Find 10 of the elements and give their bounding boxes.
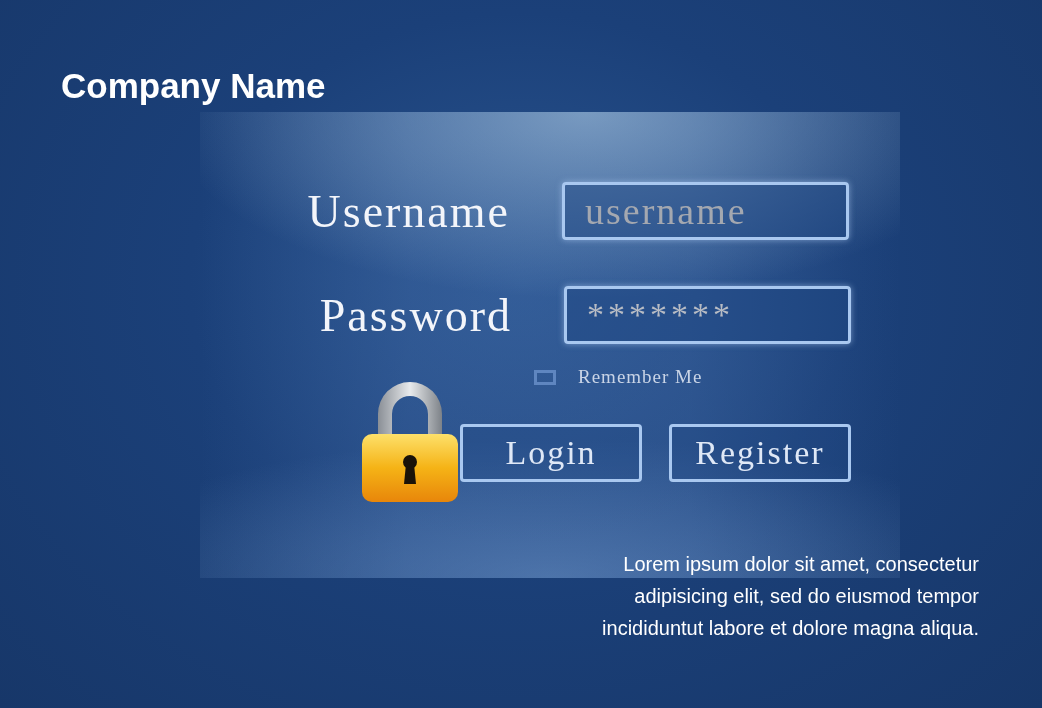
username-field[interactable]: username: [562, 182, 849, 240]
password-label: Password: [318, 288, 512, 342]
username-label: Username: [306, 184, 510, 238]
remember-checkbox[interactable]: [534, 369, 556, 385]
footer-paragraph: Lorem ipsum dolor sit amet, consectetur adipisicing elit, sed do eiusmod tempor incididuntut labore et dolore magna aliqua.: [601, 552, 979, 641]
register-button[interactable]: Register: [669, 424, 851, 482]
company-name: Company Name: [61, 65, 327, 107]
login-button[interactable]: Login: [460, 424, 642, 482]
remember-label: Remember Me: [578, 366, 703, 388]
password-field[interactable]: *******: [564, 286, 851, 344]
